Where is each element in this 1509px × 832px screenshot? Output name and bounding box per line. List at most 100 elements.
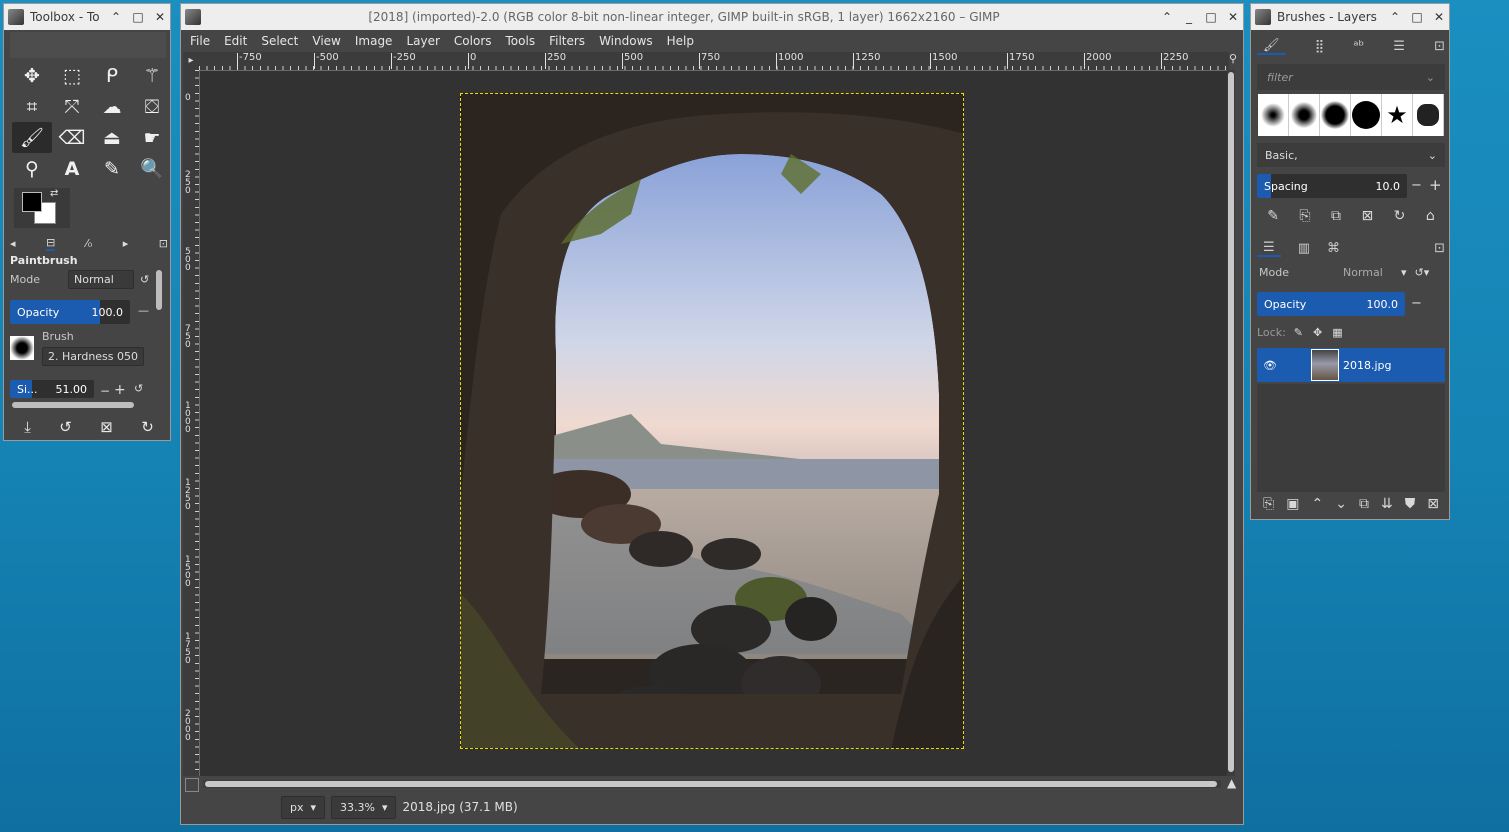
duplicate-layer-icon[interactable]: ⧉	[1359, 496, 1369, 512]
brush-item[interactable]: ★	[1382, 94, 1413, 136]
fuzzy-select-icon[interactable]: ⚚	[132, 60, 172, 91]
horizontal-scrollbar[interactable]	[203, 780, 1221, 788]
lasso-icon[interactable]: ᑭ	[92, 60, 132, 91]
menu-file[interactable]: File	[183, 34, 217, 48]
eye-visibility-icon[interactable]: 👁	[1263, 359, 1277, 372]
close-icon[interactable]: ✕	[154, 10, 166, 24]
mask-layer-icon[interactable]: ⛊	[1405, 496, 1416, 512]
spacing-slider[interactable]: Spacing 10.0	[1257, 174, 1407, 198]
reset-options-icon[interactable]: ↻	[141, 418, 154, 436]
crop-icon[interactable]: ⌗	[12, 91, 52, 122]
layers-opacity-decrease-icon[interactable]: −	[1411, 296, 1422, 311]
tab-document-history-icon[interactable]: ☰	[1393, 39, 1405, 54]
brush-name[interactable]: 2. Hardness 050	[42, 347, 145, 366]
raise-layer-icon[interactable]: ⌃	[1311, 496, 1323, 512]
image-canvas[interactable]	[460, 93, 964, 749]
dock-titlebar[interactable]: Brushes - Layers ⌃ □ ✕	[1251, 4, 1449, 30]
mode-select[interactable]: Normal	[68, 270, 134, 289]
menu-windows[interactable]: Windows	[592, 34, 660, 48]
brush-preview[interactable]	[10, 336, 34, 360]
size-decrease-icon[interactable]: −	[100, 384, 110, 398]
options-hscroll[interactable]	[12, 402, 134, 408]
edit-brush-icon[interactable]: ✎	[1267, 208, 1279, 224]
brush-item[interactable]	[1289, 94, 1320, 136]
rect-select-icon[interactable]: ⬚	[52, 60, 92, 91]
shade-icon[interactable]: ⌃	[110, 10, 122, 24]
chevron-down-icon[interactable]: ⌄	[1428, 149, 1437, 162]
close-icon[interactable]: ✕	[1433, 10, 1445, 24]
shade-icon[interactable]: ⌃	[1389, 10, 1401, 24]
zoom-select[interactable]: 33.3% ▾	[331, 795, 397, 819]
fg-bg-colors[interactable]: ⇄	[14, 188, 70, 228]
transform-icon[interactable]: ⤧	[52, 91, 92, 122]
brush-item[interactable]	[1320, 94, 1351, 136]
tab-layers-icon[interactable]: ☰	[1257, 240, 1281, 257]
layers-opacity-slider[interactable]: Opacity 100.0	[1257, 292, 1405, 316]
tab-paths-icon[interactable]: ⌘	[1327, 241, 1340, 256]
duplicate-brush-icon[interactable]: ⧉	[1331, 208, 1341, 224]
horizontal-ruler[interactable]: -750 -500 -250 0 250 500 750 1000 1250 1500 1750 20…	[199, 52, 1229, 71]
maximize-icon[interactable]: □	[132, 10, 144, 24]
spacing-increase-icon[interactable]: +	[1429, 176, 1442, 194]
size-reset-icon[interactable]: ↺	[134, 382, 143, 395]
maximize-icon[interactable]: □	[1205, 10, 1217, 24]
mode-reset-icon[interactable]: ↺	[140, 273, 149, 286]
layers-mode-dropdown-icon[interactable]: ▾	[1401, 266, 1407, 279]
opacity-reset-icon[interactable]: —	[138, 304, 149, 317]
vertical-scroll-thumb[interactable]	[1228, 72, 1234, 772]
vertical-ruler[interactable]: 0 250 500 750 1000 1250 1500 1750 2000	[183, 70, 200, 776]
zoom-nav-icon[interactable]: ⚲	[1229, 52, 1243, 70]
tab-patterns-icon[interactable]: ⣿	[1315, 39, 1325, 54]
quick-mask-toggle-icon[interactable]	[185, 778, 199, 792]
filter-input[interactable]: filter	[1267, 71, 1293, 84]
path-icon[interactable]: ⚲	[12, 153, 52, 184]
new-layer-group-icon[interactable]: ▣	[1286, 496, 1299, 512]
device-status-tab-icon[interactable]: ⁄₀	[86, 237, 92, 250]
spacing-decrease-icon[interactable]: −	[1411, 178, 1422, 193]
open-brush-icon[interactable]: ⌂	[1426, 208, 1435, 224]
maximize-icon[interactable]: □	[1411, 10, 1423, 24]
layers-mode-reset-icon[interactable]: ↺▾	[1415, 266, 1430, 279]
horizontal-scroll-thumb[interactable]	[205, 781, 1217, 787]
save-options-icon[interactable]: ⤓	[24, 418, 31, 436]
paintbrush-icon[interactable]: 🖌	[12, 122, 52, 153]
lock-alpha-icon[interactable]: ▦	[1332, 326, 1342, 339]
refresh-brushes-icon[interactable]: ↻	[1394, 208, 1406, 224]
brush-item[interactable]	[1258, 94, 1289, 136]
merge-layer-icon[interactable]: ⇊	[1381, 496, 1393, 512]
toolbox-titlebar[interactable]: Toolbox - To ⌃ □ ✕	[4, 4, 170, 30]
tab-brushes-icon[interactable]: 🖌	[1257, 38, 1286, 55]
menu-select[interactable]: Select	[254, 34, 305, 48]
delete-brush-icon[interactable]: ⊠	[1361, 208, 1373, 224]
vertical-scrollbar[interactable]	[1227, 70, 1235, 776]
layers-mode-select[interactable]: Normal	[1343, 266, 1401, 279]
brush-item[interactable]	[1351, 94, 1382, 136]
image-titlebar[interactable]: [2018] (imported)-2.0 (RGB color 8-bit n…	[181, 4, 1243, 30]
restore-options-icon[interactable]: ↺	[59, 418, 72, 436]
new-brush-icon[interactable]: ⎘	[1299, 208, 1310, 224]
tab-fonts-icon[interactable]: ᵃᵇ	[1353, 39, 1364, 54]
layer-name[interactable]: 2018.jpg	[1343, 359, 1392, 372]
menu-filters[interactable]: Filters	[542, 34, 592, 48]
warp-icon[interactable]: ☁	[92, 91, 132, 122]
close-icon[interactable]: ✕	[1227, 10, 1239, 24]
layers-tab-menu-icon[interactable]: ⊡	[1434, 241, 1445, 256]
menu-layer[interactable]: Layer	[399, 34, 446, 48]
lower-layer-icon[interactable]: ⌄	[1335, 496, 1347, 512]
menu-tools[interactable]: Tools	[499, 34, 543, 48]
menu-image[interactable]: Image	[348, 34, 400, 48]
color-picker-icon[interactable]: ✎	[92, 153, 132, 184]
foreground-color-swatch[interactable]	[22, 192, 42, 212]
tab-right-arrow-icon[interactable]: ▸	[123, 237, 129, 250]
tab-menu-icon[interactable]: ⊡	[159, 237, 168, 250]
opacity-slider[interactable]: Opacity 100.0	[10, 300, 130, 324]
navigate-icon[interactable]: ▲	[1227, 776, 1241, 790]
tab-channels-icon[interactable]: ▥	[1298, 241, 1310, 256]
dock-tab-menu-icon[interactable]: ⊡	[1434, 39, 1445, 54]
menu-colors[interactable]: Colors	[447, 34, 499, 48]
chevron-down-icon[interactable]: ⌄	[1426, 71, 1435, 84]
size-slider[interactable]: Si... 51.00	[10, 380, 94, 398]
layer-item[interactable]: 👁 2018.jpg	[1257, 348, 1445, 382]
minimize-icon[interactable]: _	[1183, 10, 1195, 24]
text-icon[interactable]: A	[52, 153, 92, 184]
